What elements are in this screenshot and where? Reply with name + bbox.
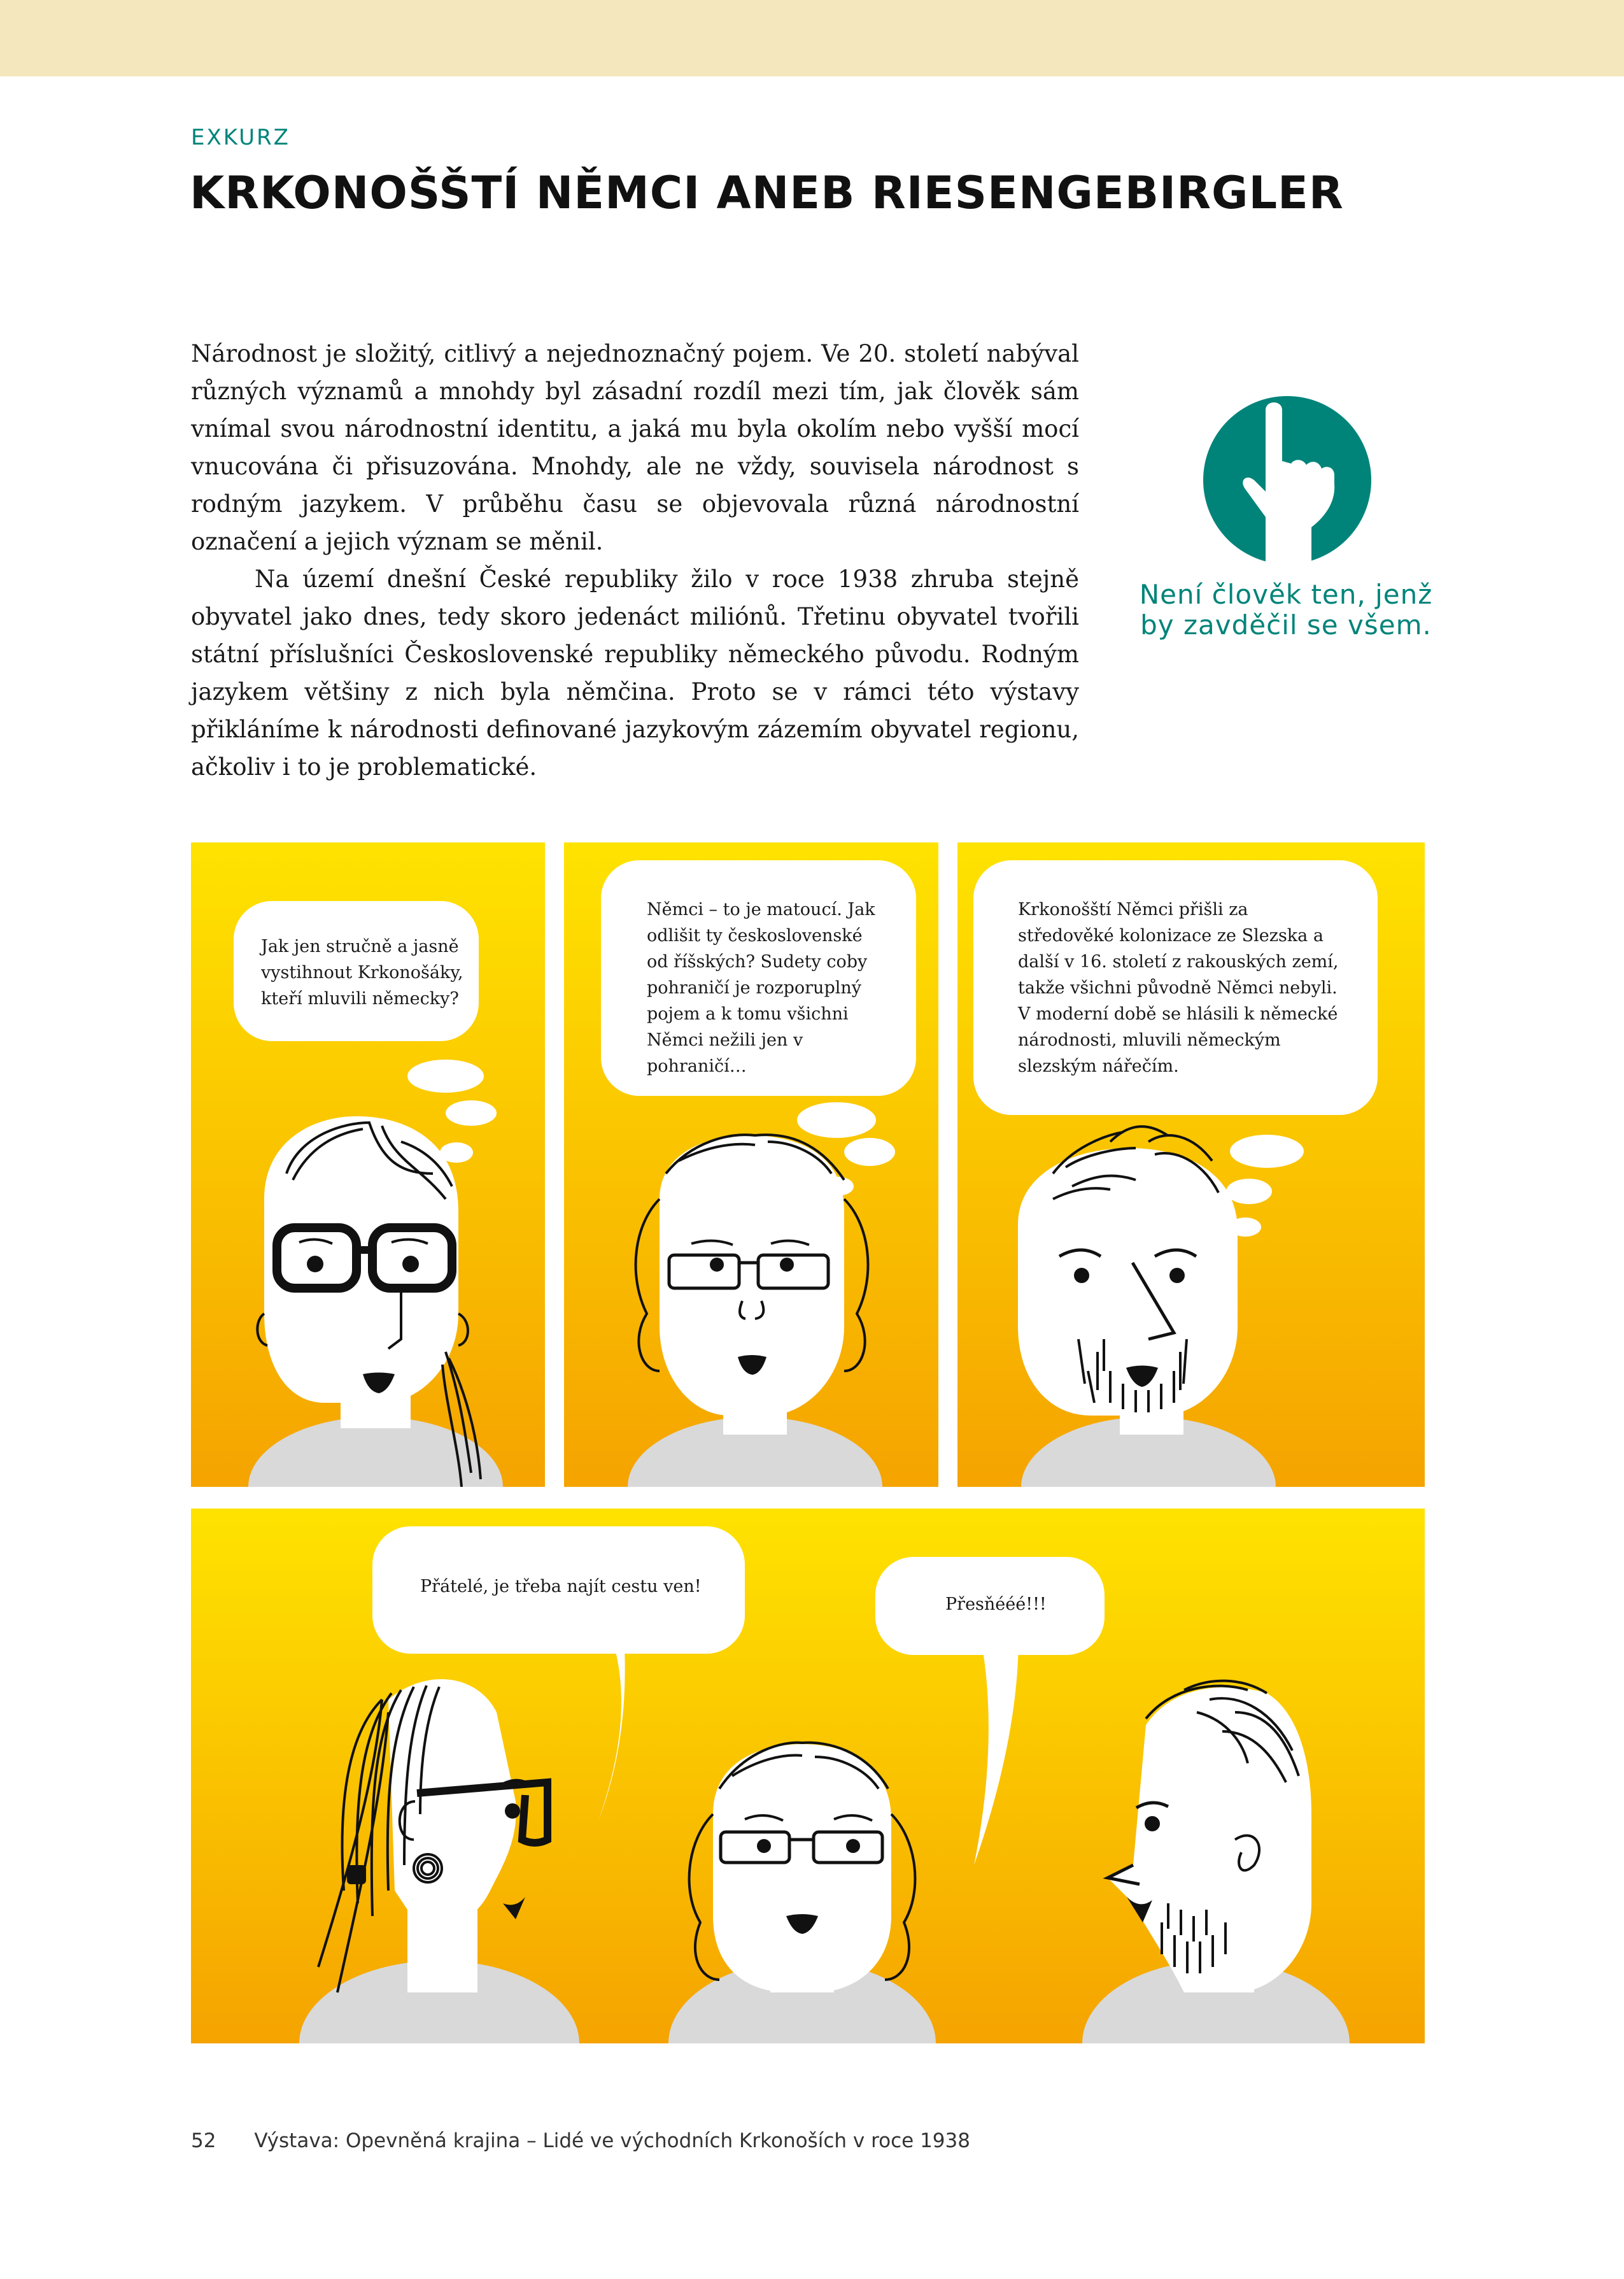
speech-text-2: Němci – to je matoucí. Jak odlišit ty če…: [647, 900, 875, 1076]
page-footer: 52 Výstava: Opevněná krajina – Lidé ve v…: [191, 2129, 970, 2152]
section-kicker: EXKURZ: [191, 125, 290, 150]
comic-panel-2: Němci – to je matoucí. Jak odlišit ty če…: [564, 842, 938, 1487]
top-color-band: [0, 0, 1624, 76]
pointing-hand-icon: [1203, 396, 1371, 564]
page-title: KRKONOŠŠTÍ NĚMCI ANEB RIESENGEBIRGLER: [190, 167, 1344, 219]
speech-text-4-right: Přesňééé!!!: [945, 1594, 1047, 1614]
speech-text-4-left: Přátelé, je třeba najít cestu ven!: [420, 1577, 702, 1596]
article-body: Národnost je složitý, citlivý a nejednoz…: [191, 335, 1079, 786]
paragraph-1: Národnost je složitý, citlivý a nejednoz…: [191, 340, 1079, 555]
comic-panel-3: Krkonošští Němci přišli za středověké ko…: [957, 842, 1425, 1487]
comic-panel-4: Přátelé, je třeba najít cestu ven! Přesň…: [191, 1509, 1425, 2043]
sidebar-quote: Není člověk ten, jenž by zavděčil se vše…: [1139, 579, 1433, 641]
speech-text-3: Krkonošští Němci přišli za středověké ko…: [1018, 900, 1339, 1076]
speech-text-1: Jak jen stručně a jasně vystihnout Krkon…: [261, 937, 463, 1009]
comic-panel-1: Jak jen stručně a jasně vystihnout Krkon…: [191, 842, 545, 1487]
paragraph-2: Na území dnešní České republiky žilo v r…: [191, 565, 1079, 781]
page-number: 52: [191, 2129, 216, 2152]
footer-text: Výstava: Opevněná krajina – Lidé ve vých…: [254, 2129, 970, 2152]
